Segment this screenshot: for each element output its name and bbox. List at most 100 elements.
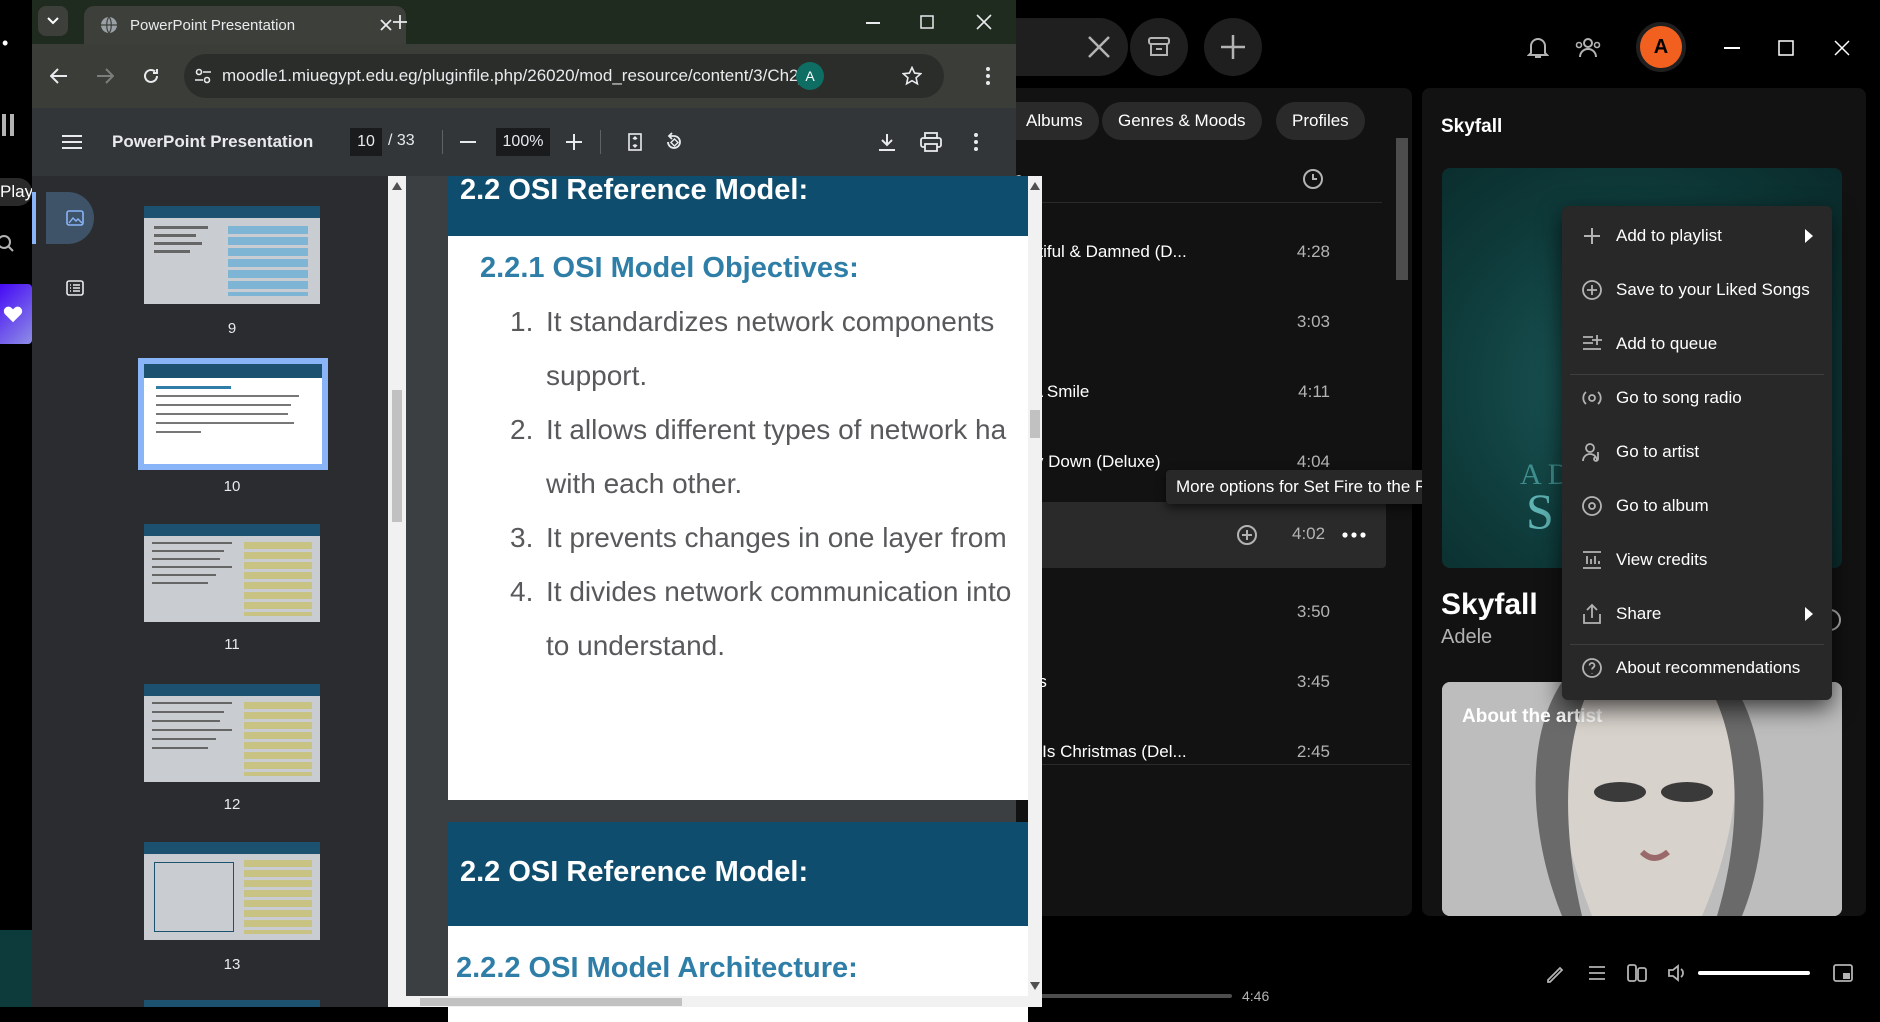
- zoom-out-icon[interactable]: [460, 141, 476, 143]
- browser-menu-icon[interactable]: [986, 67, 990, 85]
- clear-search-icon[interactable]: [1082, 30, 1116, 64]
- site-info-icon[interactable]: [194, 68, 212, 84]
- menu-item-add-to-queue[interactable]: Add to queue: [1562, 317, 1830, 371]
- friend-activity-icon[interactable]: [1574, 34, 1602, 62]
- duration-clock-icon: [1302, 168, 1324, 190]
- download-icon[interactable]: [878, 133, 896, 151]
- results-scrollbar[interactable]: [1396, 138, 1408, 280]
- more-options-icon[interactable]: [1342, 532, 1366, 538]
- liked-songs-tile[interactable]: [0, 284, 32, 344]
- avatar-letter: A: [1653, 35, 1669, 58]
- back-icon[interactable]: [50, 68, 68, 84]
- menu-item-go-to-artist[interactable]: Go to artist: [1562, 425, 1830, 479]
- create-button[interactable]: [1204, 18, 1262, 76]
- thumbnail-page-11[interactable]: [144, 524, 320, 622]
- new-tab-icon[interactable]: [392, 14, 408, 30]
- list-item-text: with each other.: [546, 468, 743, 499]
- minimize-icon[interactable]: [866, 22, 880, 24]
- maximize-icon[interactable]: [920, 15, 934, 29]
- thumbnail-page-12[interactable]: [144, 684, 320, 782]
- slide-page-11: 2.2 OSI Reference Model: 2.2.2 OSI Model…: [448, 822, 1028, 1022]
- bookmark-star-icon[interactable]: [902, 66, 922, 86]
- scroll-up-arrow-icon[interactable]: [1030, 182, 1040, 190]
- scroll-up-arrow-icon[interactable]: [392, 182, 402, 190]
- about-artist-heading: About the artist: [1462, 706, 1603, 727]
- album-icon: [1582, 496, 1602, 516]
- thumbnail-page-14-partial[interactable]: [144, 1000, 320, 1007]
- browse-button[interactable]: [1130, 18, 1188, 76]
- zoom-in-icon[interactable]: [566, 134, 582, 150]
- fit-page-icon[interactable]: [628, 133, 642, 151]
- right-scrollbar-thumb[interactable]: [1030, 410, 1040, 438]
- thumbnail-page-13[interactable]: [144, 842, 320, 940]
- track-row[interactable]: ith A Smile 4:11: [1008, 364, 1384, 424]
- close-icon[interactable]: [1828, 34, 1856, 62]
- volume-icon[interactable]: [1666, 962, 1688, 984]
- tab-powerpoint-presentation[interactable]: PowerPoint Presentation: [84, 6, 406, 44]
- queue-icon[interactable]: [1586, 962, 1608, 984]
- playback-progress-bar[interactable]: [1016, 994, 1232, 998]
- chip-profiles[interactable]: Profiles: [1276, 102, 1365, 140]
- print-icon[interactable]: [920, 132, 942, 152]
- pdf-more-icon[interactable]: [974, 133, 978, 151]
- forward-icon[interactable]: [96, 68, 114, 84]
- address-bar[interactable]: moodle1.miuegypt.edu.eg/pluginfile.php/2…: [184, 54, 944, 98]
- notifications-icon[interactable]: [1524, 34, 1552, 62]
- track-row-hovered[interactable]: 4:02: [1016, 502, 1386, 568]
- browse-icon: [1148, 37, 1170, 56]
- track-row[interactable]: day Is Christmas (Del... 2:45: [1008, 724, 1384, 784]
- volume-slider[interactable]: [1698, 971, 1810, 975]
- now-playing-art-fragment: [0, 930, 32, 1007]
- horizontal-scrollbar-thumb[interactable]: [420, 998, 682, 1006]
- list-item-text: to understand.: [546, 630, 726, 661]
- tab-close-icon[interactable]: [380, 19, 392, 31]
- close-icon[interactable]: [976, 14, 992, 30]
- menu-item-about-recommendations[interactable]: About recommendations: [1562, 641, 1830, 695]
- minimize-icon[interactable]: [1718, 34, 1746, 62]
- list-item-text: It divides network communication into: [546, 576, 1012, 607]
- song-artist[interactable]: Adele: [1441, 626, 1492, 649]
- browser-toolbar: moodle1.miuegypt.edu.eg/pluginfile.php/2…: [32, 44, 1016, 108]
- horizontal-scrollbar-track: [406, 996, 1028, 1007]
- outline-icon[interactable]: [66, 280, 84, 296]
- search-icon[interactable]: [0, 234, 18, 254]
- reload-icon[interactable]: [142, 67, 160, 85]
- hamburger-menu-icon[interactable]: [62, 135, 82, 149]
- thumbnail-page-9[interactable]: [144, 206, 320, 304]
- chip-genres-moods[interactable]: Genres & Moods: [1102, 102, 1262, 140]
- menu-item-view-credits[interactable]: View credits: [1562, 533, 1830, 587]
- library-icon[interactable]: [0, 112, 22, 138]
- menu-item-song-radio[interactable]: Go to song radio: [1562, 371, 1830, 425]
- add-track-icon[interactable]: [1236, 524, 1258, 546]
- lyrics-icon[interactable]: [1544, 962, 1566, 984]
- menu-item-share[interactable]: Share: [1562, 587, 1830, 641]
- about-artist-card[interactable]: About the artist: [1442, 682, 1842, 916]
- menu-item-add-to-playlist[interactable]: Add to playlist: [1562, 209, 1830, 263]
- playlist-tab-fragment[interactable]: Playl: [0, 178, 37, 206]
- menu-item-go-to-album[interactable]: Go to album: [1562, 479, 1830, 533]
- scroll-down-arrow-icon[interactable]: [1030, 982, 1040, 990]
- rotate-icon[interactable]: [664, 132, 684, 152]
- tab-search-button[interactable]: [38, 6, 68, 36]
- mini-player-icon[interactable]: [1832, 962, 1854, 984]
- track-row[interactable]: 3:03: [1008, 294, 1384, 354]
- left-scrollbar-thumb[interactable]: [392, 390, 402, 522]
- globe-icon: [101, 16, 117, 34]
- list-number: 1.: [510, 306, 534, 337]
- track-row[interactable]: y3:50: [1008, 584, 1384, 644]
- menu-item-save-liked[interactable]: Save to your Liked Songs: [1562, 263, 1830, 317]
- user-avatar[interactable]: A: [1636, 22, 1686, 72]
- page-number-input[interactable]: 10: [350, 128, 382, 156]
- track-row[interactable]: eautiful & Damned (D... 4:28: [1008, 224, 1384, 284]
- toolbar-divider: [600, 130, 601, 154]
- song-title[interactable]: Skyfall: [1441, 588, 1538, 622]
- thumbnails-tab[interactable]: [46, 192, 94, 244]
- profile-avatar[interactable]: A: [796, 62, 824, 90]
- thumbnail-page-10-selected[interactable]: [138, 358, 328, 470]
- zoom-input[interactable]: 100%: [496, 128, 550, 156]
- connect-icon[interactable]: [1626, 962, 1648, 984]
- track-row[interactable]: onds3:45: [1008, 654, 1384, 714]
- maximize-icon[interactable]: [1772, 34, 1800, 62]
- tab-highlight-bar: [32, 192, 36, 244]
- chevron-down-icon: [47, 17, 59, 25]
